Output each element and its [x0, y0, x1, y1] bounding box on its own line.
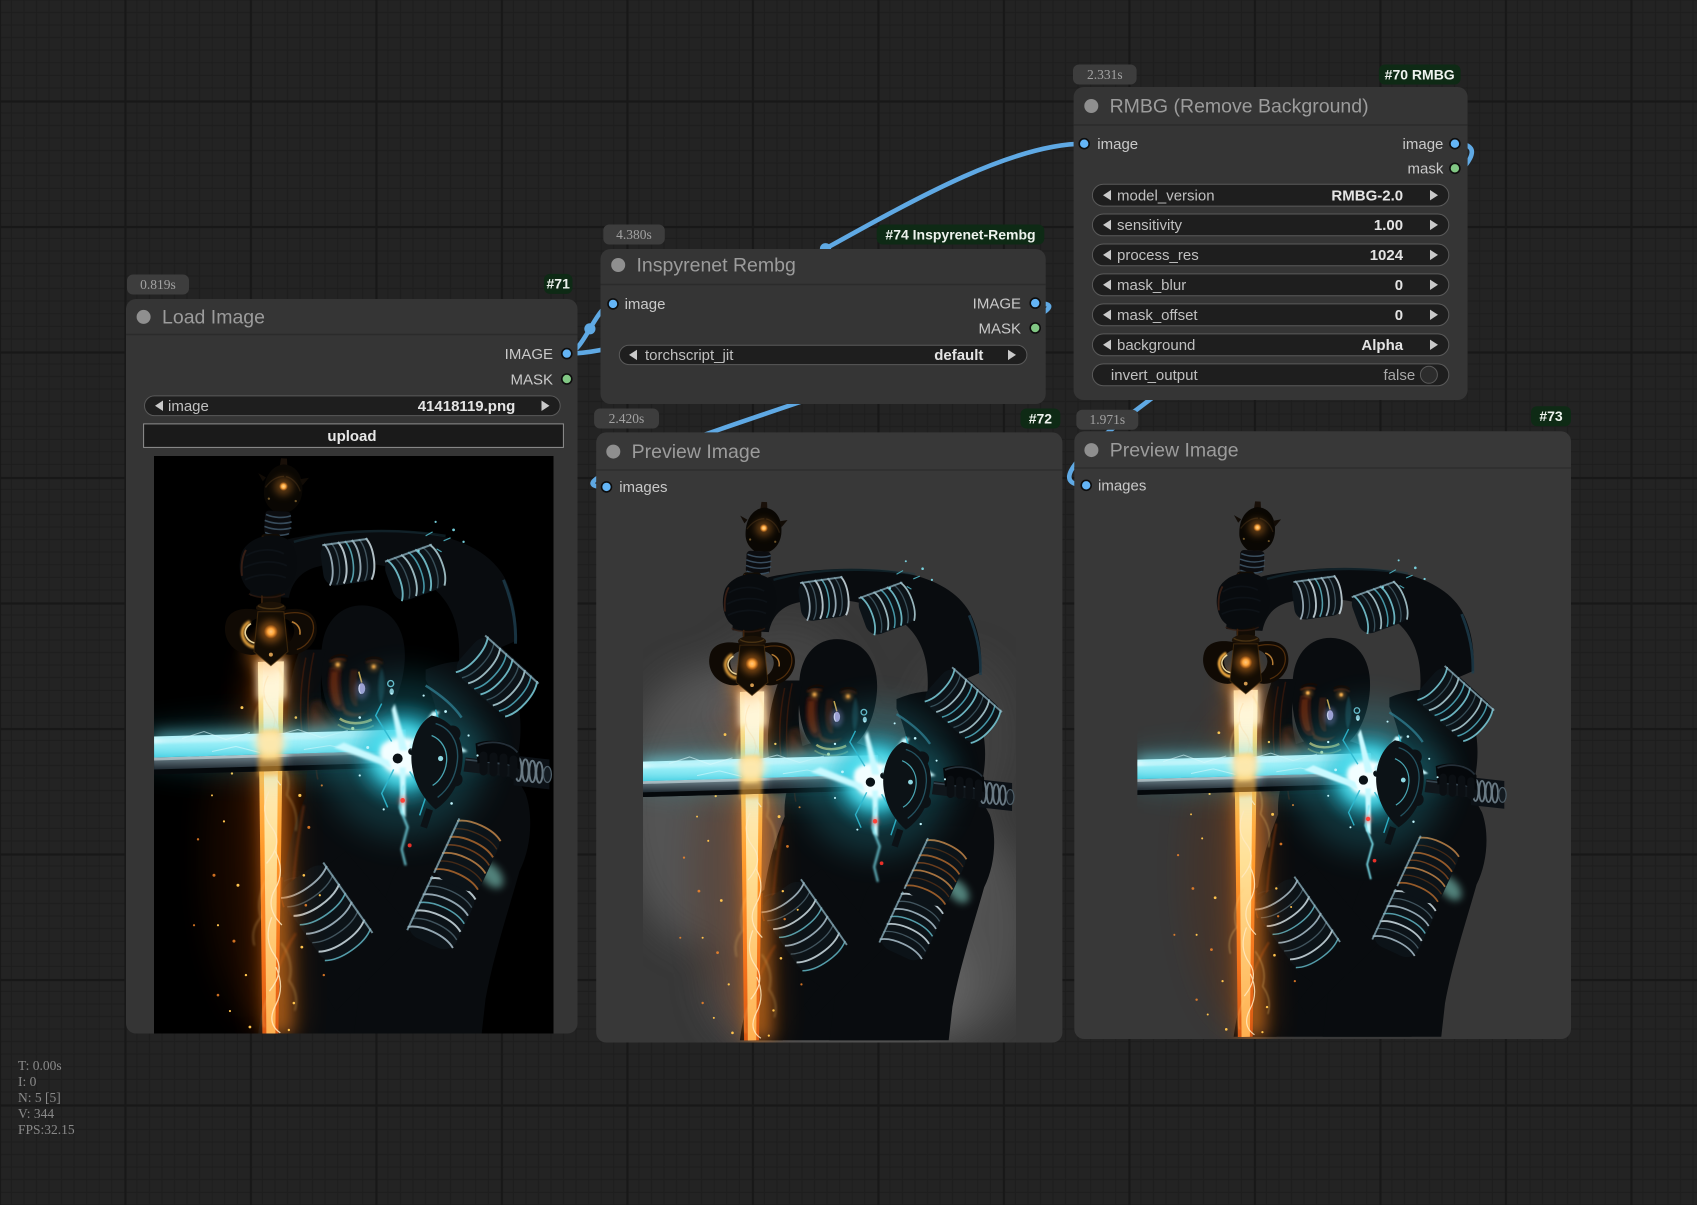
svg-text:#70 RMBG: #70 RMBG — [1385, 67, 1455, 83]
svg-text:process_res: process_res — [1117, 247, 1199, 264]
svg-text:invert_output: invert_output — [1111, 367, 1199, 384]
svg-text:MASK: MASK — [978, 320, 1021, 337]
svg-text:Inspyrenet Rembg: Inspyrenet Rembg — [637, 255, 796, 277]
svg-text:images: images — [1098, 478, 1146, 495]
svg-text:2.420s: 2.420s — [609, 411, 645, 426]
svg-text:IMAGE: IMAGE — [973, 295, 1021, 312]
svg-text:T: 0.00s: T: 0.00s — [18, 1058, 62, 1073]
svg-text:Preview Image: Preview Image — [1110, 440, 1239, 462]
svg-text:image: image — [1403, 136, 1444, 153]
svg-text:torchscript_jit: torchscript_jit — [645, 347, 734, 364]
svg-text:#74 Inspyrenet-Rembg: #74 Inspyrenet-Rembg — [885, 227, 1035, 243]
svg-text:MASK: MASK — [510, 371, 553, 388]
svg-text:#72: #72 — [1029, 411, 1053, 427]
svg-text:41418119.png: 41418119.png — [418, 398, 516, 415]
svg-text:V: 344: V: 344 — [18, 1106, 54, 1121]
svg-text:#71: #71 — [547, 275, 571, 291]
svg-text:false: false — [1384, 367, 1416, 384]
svg-text:image: image — [1097, 136, 1138, 153]
svg-text:image: image — [168, 398, 209, 415]
svg-text:1.00: 1.00 — [1374, 217, 1403, 234]
svg-text:Preview Image: Preview Image — [632, 441, 761, 463]
svg-text:default: default — [934, 347, 983, 364]
svg-text:0.819s: 0.819s — [140, 277, 176, 292]
svg-text:2.331s: 2.331s — [1087, 67, 1123, 82]
svg-text:1024: 1024 — [1370, 247, 1404, 264]
svg-text:N: 5 [5]: N: 5 [5] — [18, 1090, 61, 1105]
svg-text:IMAGE: IMAGE — [505, 346, 553, 363]
svg-text:#73: #73 — [1539, 408, 1563, 424]
svg-text:background: background — [1117, 337, 1195, 354]
svg-text:0: 0 — [1395, 277, 1403, 294]
svg-text:mask_offset: mask_offset — [1117, 307, 1198, 324]
svg-text:image: image — [625, 296, 666, 313]
svg-text:RMBG (Remove Background): RMBG (Remove Background) — [1110, 96, 1369, 118]
svg-text:mask: mask — [1408, 161, 1444, 178]
svg-text:mask_blur: mask_blur — [1117, 277, 1186, 294]
svg-text:RMBG-2.0: RMBG-2.0 — [1331, 188, 1403, 205]
svg-text:upload: upload — [327, 428, 376, 445]
svg-text:0: 0 — [1395, 307, 1403, 324]
svg-text:images: images — [619, 479, 667, 496]
svg-text:I: 0: I: 0 — [18, 1074, 37, 1089]
svg-text:FPS:32.15: FPS:32.15 — [18, 1122, 75, 1137]
svg-text:4.380s: 4.380s — [616, 227, 652, 242]
svg-text:model_version: model_version — [1117, 188, 1215, 205]
svg-text:Alpha: Alpha — [1361, 337, 1403, 354]
svg-text:Load Image: Load Image — [162, 306, 265, 328]
svg-text:1.971s: 1.971s — [1089, 412, 1125, 427]
svg-text:sensitivity: sensitivity — [1117, 217, 1183, 234]
